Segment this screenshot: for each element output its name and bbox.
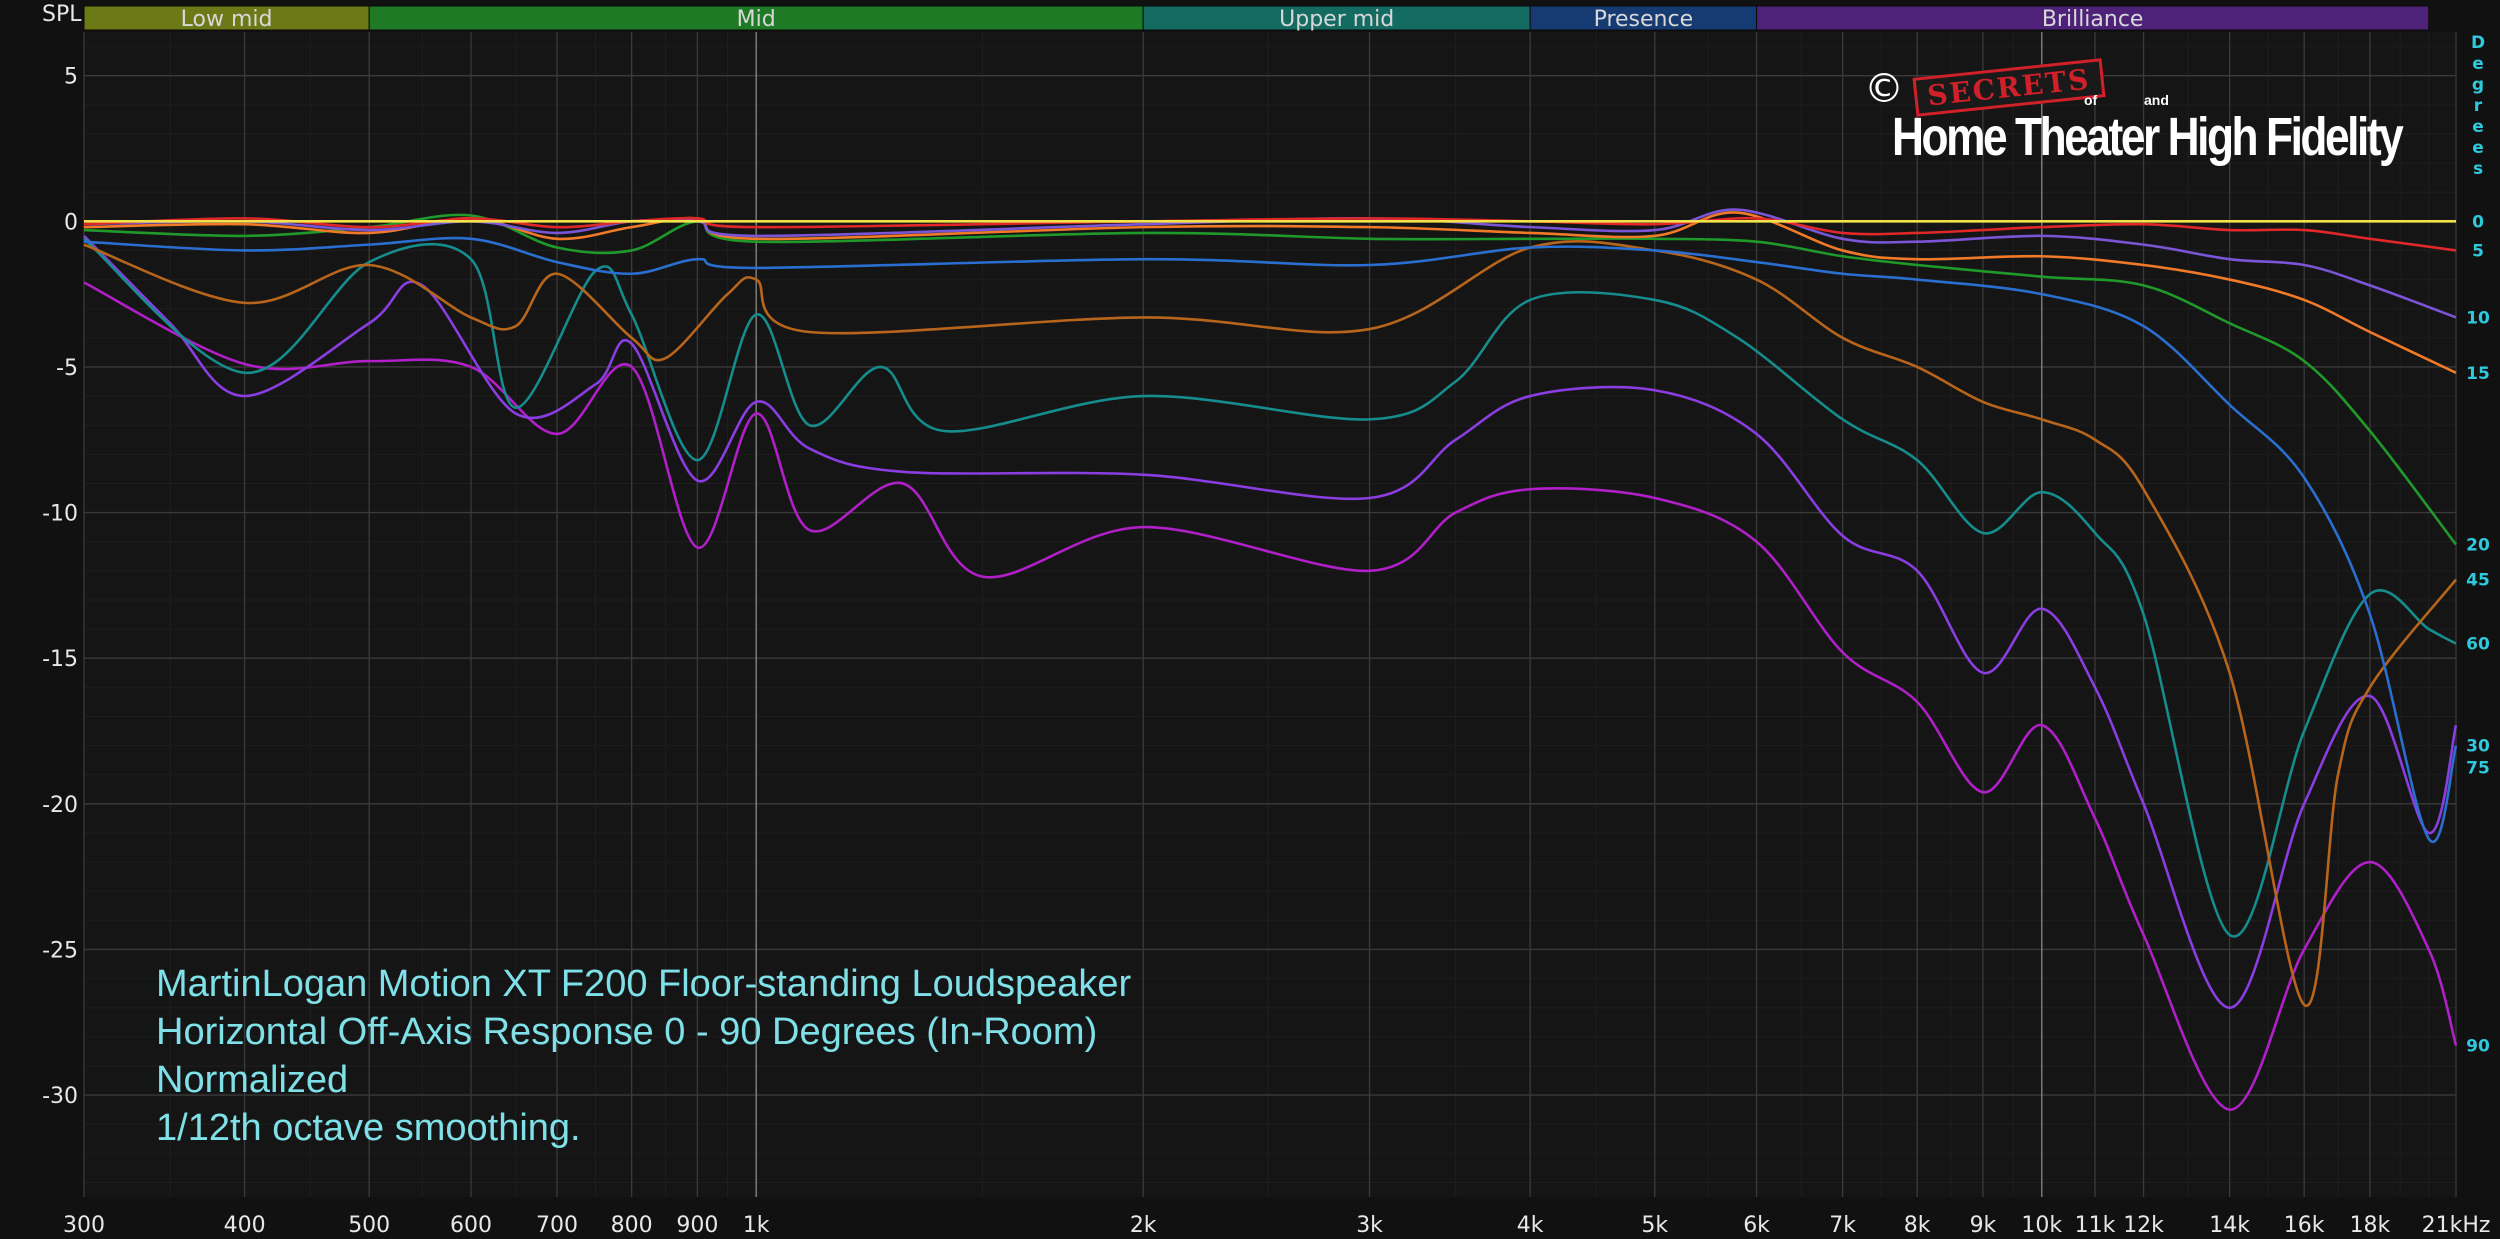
band-label-0: Low mid: [181, 7, 273, 32]
x-tick-label: 14k: [2209, 1213, 2250, 1238]
y-tick-label: -25: [42, 938, 78, 963]
degrees-letter: e: [2472, 117, 2484, 137]
degree-label-5: 5: [2472, 241, 2484, 261]
x-tick-label: 18k: [2350, 1213, 2391, 1238]
logo-wordmark: Home Theater High Fidelity: [1892, 107, 2404, 167]
y-tick-label: -10: [42, 502, 78, 527]
x-tick-label: 600: [450, 1213, 492, 1238]
degrees-letter: g: [2472, 75, 2484, 95]
chart-caption: MartinLogan Motion XT F200 Floor-standin…: [156, 960, 1131, 1152]
x-tick-label: 3k: [1356, 1213, 1383, 1238]
y-tick-label: -20: [42, 793, 78, 818]
x-tick-label: 10k: [2021, 1213, 2062, 1238]
x-tick-label: 5k: [1641, 1213, 1668, 1238]
caption-line-1: MartinLogan Motion XT F200 Floor-standin…: [156, 963, 1132, 1005]
x-tick-label: 4k: [1517, 1213, 1544, 1238]
caption-line-2: Horizontal Off-Axis Response 0 - 90 Degr…: [156, 1011, 1098, 1053]
y-tick-label: 5: [64, 65, 78, 90]
degree-label-10: 10: [2466, 308, 2490, 328]
x-tick-label: 400: [224, 1213, 266, 1238]
x-tick-label: 12k: [2123, 1213, 2164, 1238]
band-label-4: Brilliance: [2042, 7, 2144, 32]
degree-label-0: 0: [2472, 212, 2484, 232]
frequency-bands: Low mid Mid Upper mid Presence Brilliance: [83, 5, 2430, 32]
x-tick-label: 900: [676, 1213, 718, 1238]
degree-label-75: 75: [2466, 759, 2490, 779]
x-tick-label: 300: [63, 1213, 105, 1238]
degrees-letter: D: [2471, 33, 2485, 53]
y-tick-label: -15: [42, 647, 78, 672]
x-tick-label: 6k: [1743, 1213, 1770, 1238]
x-tick-label: 7k: [1829, 1213, 1856, 1238]
y-tick-label: 0: [64, 210, 78, 235]
caption-line-4: 1/12th octave smoothing.: [156, 1107, 581, 1149]
x-tick-label: 11k: [2075, 1213, 2116, 1238]
y-tick-label: -5: [56, 356, 78, 381]
x-tick-label: 800: [611, 1213, 653, 1238]
x-tick-label: 9k: [1970, 1213, 1997, 1238]
logo: © SECRETS of and Home Theater High Fidel…: [1858, 58, 2404, 172]
degree-label-30: 30: [2466, 737, 2490, 757]
degree-label-45: 45: [2466, 571, 2490, 591]
degrees-letter: e: [2472, 54, 2484, 74]
x-tick-label: 2k: [1130, 1213, 1157, 1238]
x-tick-label: 1k: [743, 1213, 770, 1238]
band-label-1: Mid: [737, 7, 776, 32]
caption-line-3: Normalized: [156, 1059, 349, 1101]
degree-label-20: 20: [2466, 536, 2490, 556]
degrees-letter: s: [2473, 159, 2483, 179]
band-label-3: Presence: [1594, 7, 1694, 32]
degree-label-60: 60: [2466, 635, 2490, 655]
degrees-letter: e: [2472, 138, 2484, 158]
degree-label-90: 90: [2466, 1037, 2490, 1057]
x-tick-label: 8k: [1904, 1213, 1931, 1238]
y-axis-label: SPL: [42, 2, 82, 27]
x-tick-label: 16k: [2284, 1213, 2325, 1238]
x-tick-label: 700: [536, 1213, 578, 1238]
x-tick-label: 500: [348, 1213, 390, 1238]
band-label-2: Upper mid: [1279, 7, 1394, 32]
x-tick-label: 21kHz: [2422, 1213, 2491, 1238]
degrees-letter: r: [2474, 96, 2483, 116]
degree-label-15: 15: [2466, 364, 2490, 384]
y-tick-label: -30: [42, 1084, 78, 1109]
